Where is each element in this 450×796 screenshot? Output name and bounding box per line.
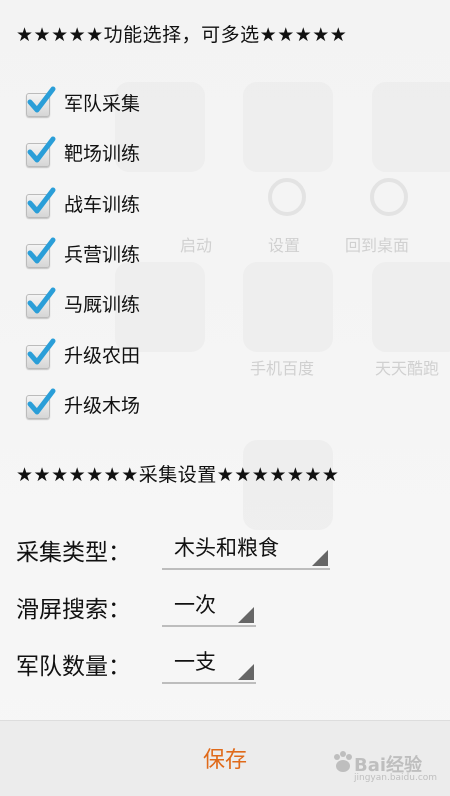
bg-app-label: 启动 [180, 236, 213, 255]
dropdown-triangle-icon [312, 550, 328, 566]
checkmark-icon [27, 338, 56, 365]
army-count-value: 一支 [174, 650, 216, 674]
army-count-label: 军队数量： [16, 654, 131, 680]
checkmark-icon [27, 388, 56, 415]
checkbox-icon[interactable] [26, 187, 56, 218]
bg-app-tile [243, 262, 333, 352]
swipe-search-spinner[interactable]: 一次 [162, 585, 256, 627]
dropdown-triangle-icon [238, 664, 254, 680]
collect-type-value: 木头和粮食 [174, 536, 279, 560]
bg-app-label: 设置 [268, 236, 301, 255]
checkbox-icon[interactable] [26, 86, 56, 117]
option-label: 军队采集 [64, 92, 141, 115]
option-row[interactable]: 兵营训练 [26, 235, 140, 271]
bg-app-tile [243, 82, 333, 172]
save-button[interactable]: 保存 [175, 741, 275, 781]
dropdown-triangle-icon [238, 607, 254, 623]
option-label: 兵营训练 [64, 243, 141, 266]
settings-section-title: ★★★★★★★采集设置★★★★★★★ [16, 464, 340, 486]
checkbox-icon[interactable] [26, 136, 56, 167]
bg-app-tile [372, 262, 450, 352]
bg-home-icon [370, 178, 408, 216]
option-row[interactable]: 马厩训练 [26, 285, 140, 321]
dialog-button-bar: 保存 Bai经验 jingyan.baidu.com [0, 720, 450, 796]
option-label: 升级农田 [64, 344, 141, 367]
option-label: 马厩训练 [64, 293, 141, 316]
paw-icon [334, 751, 352, 772]
collect-type-label: 采集类型： [16, 540, 131, 566]
checkbox-icon[interactable] [26, 338, 56, 369]
option-label: 战车训练 [64, 193, 141, 216]
collect-type-spinner[interactable]: 木头和粮食 [162, 528, 330, 570]
options-section-title: ★★★★★功能选择，可多选★★★★★ [16, 24, 348, 46]
option-label: 升级木场 [64, 394, 141, 417]
army-count-spinner[interactable]: 一支 [162, 642, 256, 684]
bg-app-label: 手机百度 [250, 359, 315, 378]
checkbox-icon[interactable] [26, 237, 56, 268]
checkmark-icon [27, 136, 56, 163]
bg-gear-icon [268, 178, 306, 216]
bg-app-tile [372, 82, 450, 172]
option-row[interactable]: 升级木场 [26, 386, 140, 422]
option-row[interactable]: 靶场训练 [26, 134, 140, 170]
option-row[interactable]: 升级农田 [26, 336, 140, 372]
checkbox-icon[interactable] [26, 388, 56, 419]
baidu-jingyan-watermark: Bai经验 jingyan.baidu.com [330, 739, 440, 783]
checkmark-icon [27, 187, 56, 214]
watermark-subtext: jingyan.baidu.com [354, 773, 438, 783]
option-row[interactable]: 军队采集 [26, 84, 140, 120]
bg-app-label: 天天酷跑 [375, 359, 440, 378]
swipe-search-value: 一次 [174, 593, 216, 617]
checkmark-icon [27, 287, 56, 314]
option-label: 靶场训练 [64, 142, 141, 165]
checkmark-icon [27, 86, 56, 113]
checkmark-icon [27, 237, 56, 264]
bg-app-label: 回到桌面 [345, 236, 410, 255]
option-row[interactable]: 战车训练 [26, 185, 140, 221]
checkbox-icon[interactable] [26, 287, 56, 318]
swipe-search-label: 滑屏搜索： [16, 597, 131, 623]
